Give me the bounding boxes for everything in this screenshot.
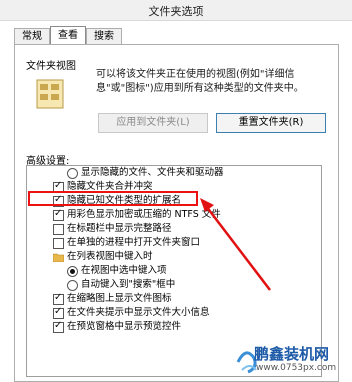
red-arrow-annotation (200, 198, 271, 291)
watermark-url: www.0753px.com (256, 363, 337, 373)
watermark-name: 鹏鑫装机网 (254, 345, 330, 363)
